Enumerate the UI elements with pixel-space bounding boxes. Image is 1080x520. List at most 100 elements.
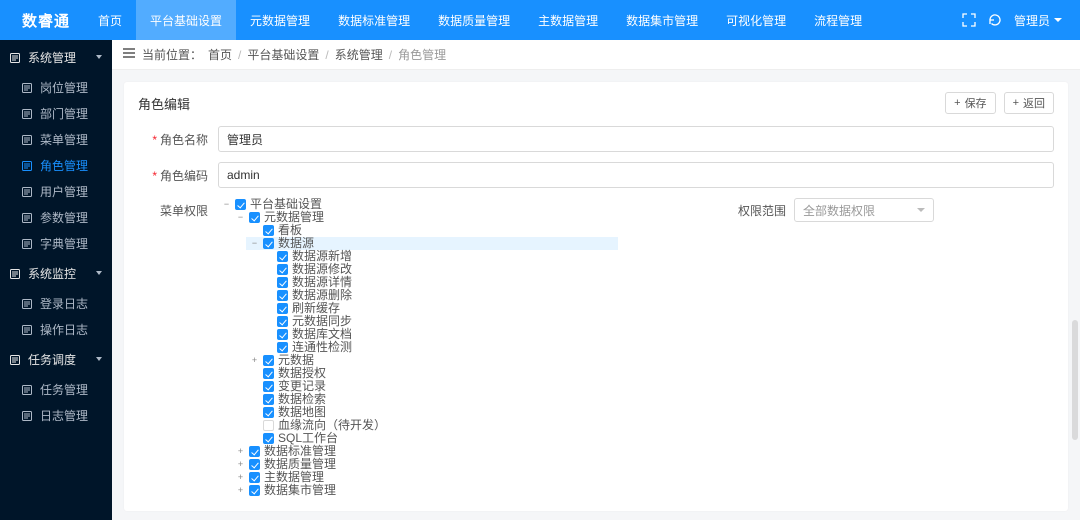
panel-title: 角色编辑 <box>138 94 190 113</box>
topnav-item[interactable]: 数据质量管理 <box>424 0 524 40</box>
tree-expander-icon[interactable]: + <box>236 484 245 497</box>
sidebar-item[interactable]: 角色管理 <box>0 152 112 178</box>
user-label: 管理员 <box>1014 12 1050 29</box>
tree-checkbox[interactable] <box>263 355 274 366</box>
topnav-item[interactable]: 流程管理 <box>800 0 876 40</box>
topnav-item[interactable]: 主数据管理 <box>524 0 612 40</box>
tree-checkbox[interactable] <box>249 446 260 457</box>
tree-checkbox[interactable] <box>263 368 274 379</box>
tree-expander-icon[interactable]: + <box>250 354 259 367</box>
breadcrumb-item: 角色管理 <box>398 46 446 63</box>
scope-value: 全部数据权限 <box>803 202 875 219</box>
tree-checkbox[interactable] <box>277 329 288 340</box>
topbar: 数睿通 首页平台基础设置元数据管理数据标准管理数据质量管理主数据管理数据集市管理… <box>0 0 1080 40</box>
breadcrumb: 当前位置：首页/平台基础设置/系统管理/角色管理 <box>142 46 446 63</box>
scrollbar-thumb[interactable] <box>1072 320 1078 440</box>
sidebar-item[interactable]: 参数管理 <box>0 204 112 230</box>
topnav-item[interactable]: 数据标准管理 <box>324 0 424 40</box>
tree-checkbox[interactable] <box>263 407 274 418</box>
tree-checkbox[interactable] <box>277 264 288 275</box>
item-icon <box>22 186 32 196</box>
tree-checkbox[interactable] <box>277 277 288 288</box>
tree-checkbox[interactable] <box>249 212 260 223</box>
sidebar-item[interactable]: 登录日志 <box>0 290 112 316</box>
item-icon <box>22 298 32 308</box>
sidebar-group-header[interactable]: 系统管理 <box>0 40 112 74</box>
item-icon <box>22 212 32 222</box>
tree-checkbox[interactable] <box>263 394 274 405</box>
sidebar-group-header[interactable]: 任务调度 <box>0 342 112 376</box>
topnav-item[interactable]: 数据集市管理 <box>612 0 712 40</box>
tree-checkbox[interactable] <box>249 485 260 496</box>
panel-header: 角色编辑 +保存 +返回 <box>138 88 1054 118</box>
item-icon <box>22 82 32 92</box>
tree-checkbox[interactable] <box>277 316 288 327</box>
scope-label: 权限范围 <box>738 198 794 219</box>
tree-expander-icon[interactable]: + <box>236 471 245 484</box>
tree-checkbox[interactable] <box>263 225 274 236</box>
chevron-down-icon <box>1054 18 1062 22</box>
sidebar-item[interactable]: 岗位管理 <box>0 74 112 100</box>
tree-node[interactable]: + 数据集市管理 <box>232 484 618 497</box>
role-form: *角色名称 *角色编码 菜单权限 −平台基础设置−元数据管理看板−数据源数据源新… <box>138 126 1054 497</box>
tree-checkbox[interactable] <box>235 199 246 210</box>
scope-select[interactable]: 全部数据权限 <box>794 198 934 222</box>
sidebar: 系统管理岗位管理部门管理菜单管理角色管理用户管理参数管理字典管理系统监控登录日志… <box>0 40 112 520</box>
tree-checkbox[interactable] <box>263 381 274 392</box>
breadcrumb-item[interactable]: 首页 <box>208 46 232 63</box>
tree-checkbox[interactable] <box>277 290 288 301</box>
panel: 角色编辑 +保存 +返回 *角色名称 *角色编码 <box>124 82 1068 511</box>
item-icon <box>22 134 32 144</box>
back-button[interactable]: +返回 <box>1004 92 1054 114</box>
tree-label[interactable]: 数据集市管理 <box>264 484 336 497</box>
chevron-down-icon <box>96 357 102 361</box>
breadcrumb-prefix: 当前位置： <box>142 46 202 63</box>
tree-checkbox[interactable] <box>277 342 288 353</box>
topnav-item[interactable]: 平台基础设置 <box>136 0 236 40</box>
topnav-item[interactable]: 元数据管理 <box>236 0 324 40</box>
tree-expander-icon[interactable]: − <box>222 198 231 211</box>
sidebar-item[interactable]: 字典管理 <box>0 230 112 256</box>
role-name-input[interactable] <box>218 126 1054 152</box>
tree-checkbox[interactable] <box>249 472 260 483</box>
topnav-item[interactable]: 可视化管理 <box>712 0 800 40</box>
refresh-icon[interactable] <box>988 13 1002 27</box>
topnav-item[interactable]: 首页 <box>84 0 136 40</box>
tree-expander-icon[interactable]: + <box>236 445 245 458</box>
sidebar-item[interactable]: 菜单管理 <box>0 126 112 152</box>
role-name-label: *角色名称 <box>138 131 218 148</box>
tree-expander-icon[interactable]: − <box>250 237 259 250</box>
item-icon <box>22 384 32 394</box>
tree-checkbox[interactable] <box>263 420 274 431</box>
sidebar-group-header[interactable]: 系统监控 <box>0 256 112 290</box>
role-code-input[interactable] <box>218 162 1054 188</box>
item-icon <box>22 160 32 170</box>
item-icon <box>22 410 32 420</box>
sidebar-item[interactable]: 日志管理 <box>0 402 112 428</box>
permission-tree: −平台基础设置−元数据管理看板−数据源数据源新增数据源修改数据源详情数据源删除刷… <box>218 198 618 497</box>
main: 当前位置：首页/平台基础设置/系统管理/角色管理 角色编辑 +保存 +返回 *角… <box>112 40 1080 520</box>
tree-checkbox[interactable] <box>277 303 288 314</box>
top-actions: 管理员 <box>962 12 1072 29</box>
fullscreen-icon[interactable] <box>962 13 976 27</box>
sidebar-item[interactable]: 部门管理 <box>0 100 112 126</box>
collapse-menu-icon[interactable] <box>122 46 136 63</box>
brand: 数睿通 <box>8 10 84 31</box>
sidebar-item[interactable]: 用户管理 <box>0 178 112 204</box>
breadcrumb-item[interactable]: 平台基础设置 <box>247 46 319 63</box>
item-icon <box>22 108 32 118</box>
tree-checkbox[interactable] <box>263 433 274 444</box>
sidebar-item[interactable]: 任务管理 <box>0 376 112 402</box>
breadcrumb-item[interactable]: 系统管理 <box>335 46 383 63</box>
breadcrumb-row: 当前位置：首页/平台基础设置/系统管理/角色管理 <box>112 40 1080 70</box>
chevron-down-icon <box>96 271 102 275</box>
tree-checkbox[interactable] <box>249 459 260 470</box>
tree-checkbox[interactable] <box>277 251 288 262</box>
tree-expander-icon[interactable]: − <box>236 211 245 224</box>
user-menu[interactable]: 管理员 <box>1014 12 1062 29</box>
tree-expander-icon[interactable]: + <box>236 458 245 471</box>
role-code-label: *角色编码 <box>138 167 218 184</box>
save-button[interactable]: +保存 <box>945 92 995 114</box>
tree-checkbox[interactable] <box>263 238 274 249</box>
sidebar-item[interactable]: 操作日志 <box>0 316 112 342</box>
